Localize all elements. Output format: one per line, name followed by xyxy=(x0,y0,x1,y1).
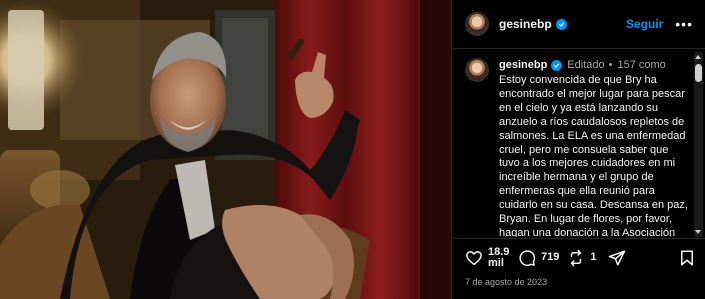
post-sidebar: gesinebp Seguir ••• gesinebp Editado • 1… xyxy=(451,0,705,299)
bookmark-icon xyxy=(681,250,693,265)
post-photo-illustration xyxy=(0,0,451,299)
caption-body: gesinebp Editado • 157 como Estoy conven… xyxy=(499,58,688,237)
share-button[interactable] xyxy=(608,249,626,267)
follow-button[interactable]: Seguir xyxy=(626,17,663,31)
caption-avatar[interactable] xyxy=(465,58,489,82)
scrollbar[interactable] xyxy=(694,52,703,237)
action-bar: 18.9 mil 719 1 xyxy=(452,238,705,276)
caption-row: gesinebp Editado • 157 como Estoy conven… xyxy=(452,50,705,237)
save-button[interactable] xyxy=(678,249,696,267)
post-header: gesinebp Seguir ••• xyxy=(452,0,705,49)
caption-username[interactable]: gesinebp xyxy=(499,59,547,71)
scroll-thumb[interactable] xyxy=(695,64,702,82)
reposts-count: 1 xyxy=(590,251,597,263)
edited-label: Editado xyxy=(567,59,605,71)
likes-count[interactable]: 18.9 mil xyxy=(488,246,510,269)
scroll-up-arrow-icon[interactable] xyxy=(695,55,701,59)
comments-scroll-area[interactable]: gesinebp Editado • 157 como Estoy conven… xyxy=(452,50,705,237)
header-username[interactable]: gesinebp xyxy=(499,17,552,31)
like-button[interactable]: 18.9 mil xyxy=(465,246,510,269)
verified-badge-icon xyxy=(555,18,567,30)
heart-icon xyxy=(466,250,482,265)
caption-text: Estoy convencida de que Bry ha encontrad… xyxy=(499,74,688,237)
post-time[interactable]: 157 como xyxy=(617,59,665,71)
repost-button[interactable]: 1 xyxy=(567,249,596,267)
comment-bubble-icon xyxy=(519,249,536,266)
caption-meta: gesinebp Editado • 157 como xyxy=(499,58,688,72)
share-paper-plane-icon xyxy=(609,250,626,265)
comments-count: 719 xyxy=(541,251,560,263)
post-photo[interactable] xyxy=(0,0,451,299)
comment-button[interactable]: 719 xyxy=(518,249,559,267)
instagram-post-view: gesinebp Seguir ••• gesinebp Editado • 1… xyxy=(0,0,705,299)
post-date[interactable]: 7 de agosto de 2023 xyxy=(465,277,547,287)
verified-badge-icon xyxy=(551,59,563,71)
more-options-button[interactable]: ••• xyxy=(675,17,693,31)
scroll-down-arrow-icon[interactable] xyxy=(695,230,701,234)
meta-separator: • xyxy=(608,59,613,71)
avatar[interactable] xyxy=(465,12,489,36)
likes-count-unit: mil xyxy=(488,256,504,269)
repost-icon xyxy=(571,249,582,266)
